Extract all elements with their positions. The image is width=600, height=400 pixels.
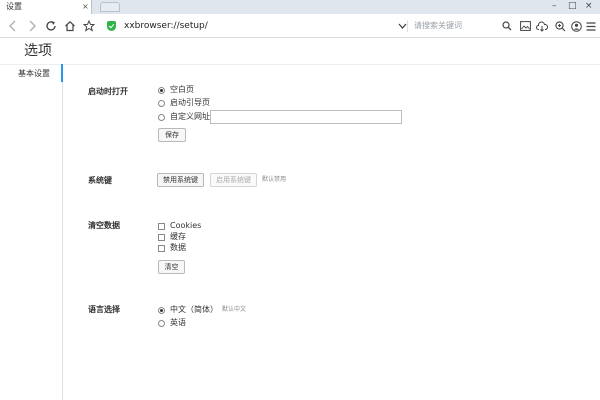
dropdown-icon[interactable] (397, 14, 407, 38)
search-placeholder: 请搜索关键词 (414, 21, 462, 30)
address-bar[interactable]: xxbrowser://setup/ (124, 18, 208, 34)
language-hint: 默认中文 (222, 306, 247, 313)
tab-settings[interactable]: 设置 × (0, 0, 92, 14)
menu-icon[interactable] (585, 14, 597, 38)
option-label: 启动引导页 (170, 98, 210, 107)
clear-button[interactable]: 清空 (158, 260, 185, 274)
language-option-chinese[interactable]: 中文（简体） 默认中文 (158, 304, 246, 316)
radio-custom[interactable] (158, 113, 165, 121)
search-icon[interactable] (500, 14, 514, 38)
save-button[interactable]: 保存 (158, 128, 186, 142)
download-icon[interactable] (535, 14, 549, 38)
user-icon[interactable] (569, 14, 583, 38)
startup-option-custom[interactable]: 自定义网址 (158, 111, 210, 123)
radio-guide[interactable] (158, 99, 165, 107)
toolbar: xxbrowser://setup/ 请搜索关键词 (0, 14, 600, 38)
image-icon[interactable] (518, 14, 532, 38)
title-divider (0, 64, 600, 65)
radio-english[interactable] (158, 319, 165, 327)
option-label: 中文（简体） (170, 305, 218, 314)
maximize-icon[interactable]: □ (568, 0, 577, 13)
back-icon[interactable] (6, 14, 20, 38)
forward-icon[interactable] (25, 14, 39, 38)
checkbox-cache[interactable] (158, 233, 165, 241)
shield-icon (107, 21, 116, 31)
home-icon[interactable] (63, 14, 77, 38)
star-icon[interactable] (82, 14, 96, 38)
startup-option-guide[interactable]: 启动引导页 (158, 97, 210, 109)
startup-option-blank[interactable]: 空白页 (158, 84, 194, 96)
option-label: 英语 (170, 318, 186, 327)
tab-close-icon[interactable]: × (82, 0, 89, 13)
disable-syskey-button[interactable]: 禁用系统键 (157, 173, 204, 187)
language-option-english[interactable]: 英语 (158, 317, 186, 329)
option-label: 自定义网址 (170, 112, 210, 121)
clear-item-data[interactable]: 数据 (158, 242, 186, 254)
sidebar-item-basic-settings[interactable]: 基本设置 (18, 68, 50, 80)
enable-syskey-button[interactable]: 启用系统键 (210, 173, 257, 187)
minimize-icon[interactable]: – (552, 0, 557, 13)
checkbox-data[interactable] (158, 244, 165, 252)
sidebar-divider (62, 64, 63, 400)
tab-strip: 设置 × – □ × (0, 0, 600, 14)
reload-icon[interactable] (44, 14, 58, 38)
search-input[interactable]: 请搜索关键词 (412, 18, 507, 34)
option-label: 空白页 (170, 85, 194, 94)
tab-title: 设置 (6, 2, 22, 11)
separator (407, 20, 408, 32)
window-close-icon[interactable]: × (585, 0, 593, 13)
sidebar-active-indicator (61, 64, 63, 82)
radio-chinese[interactable] (158, 306, 165, 314)
syskey-hint: 默认禁用 (262, 176, 287, 183)
custom-url-input[interactable] (210, 110, 402, 124)
new-tab-button[interactable] (100, 2, 120, 12)
clear-item-label: 数据 (170, 243, 186, 252)
zoom-icon[interactable] (553, 14, 567, 38)
checkbox-cookies[interactable] (158, 222, 165, 230)
clear-label: 清空数据 (88, 221, 120, 230)
radio-blank[interactable] (158, 86, 165, 94)
syskey-label: 系统键 (88, 176, 112, 185)
startup-label: 启动时打开 (88, 87, 128, 96)
language-label: 语言选择 (88, 305, 120, 314)
page-title: 选项 (24, 43, 52, 59)
